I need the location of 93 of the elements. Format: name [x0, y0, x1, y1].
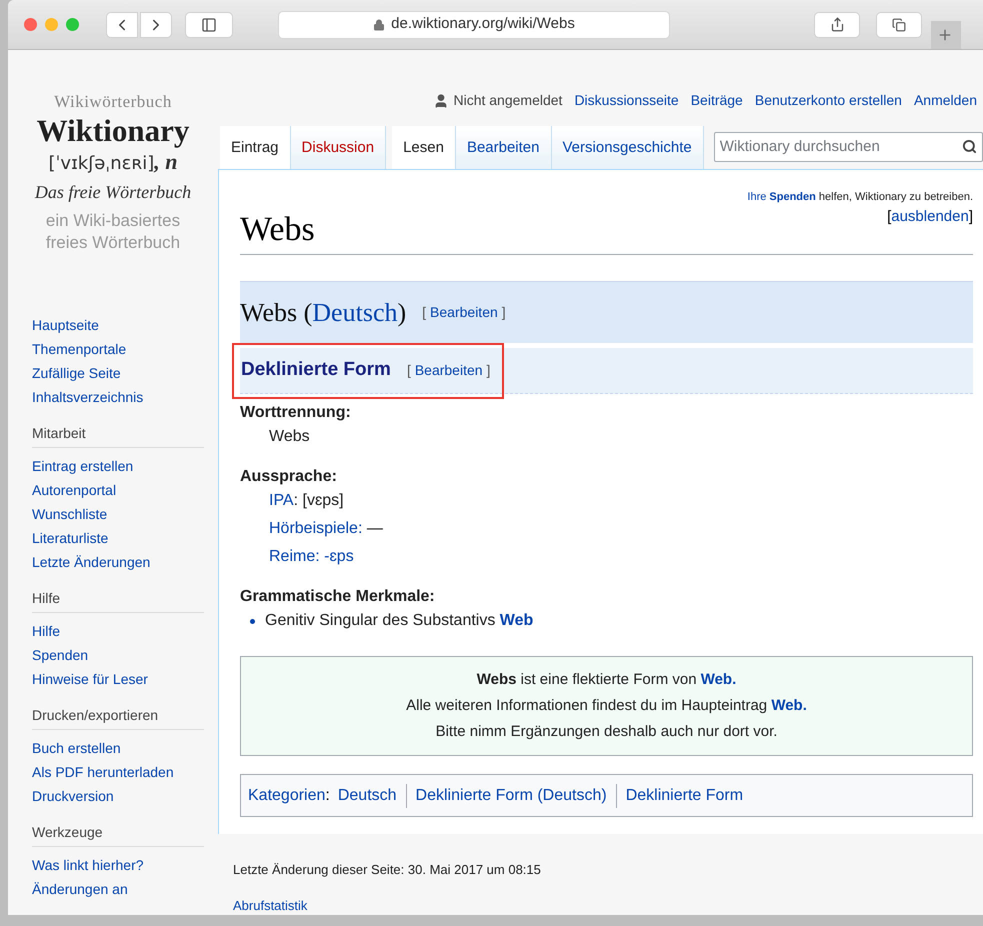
edit-link[interactable]: Bearbeiten: [430, 302, 498, 323]
bracket: ]: [968, 207, 973, 227]
text-link[interactable]: Hörbeispiele:: [269, 520, 362, 537]
share-icon: [830, 17, 844, 32]
text-link[interactable]: Ihre: [747, 191, 770, 203]
lock-icon: [373, 18, 386, 30]
bracket: [: [422, 303, 426, 322]
forward-button[interactable]: [140, 12, 172, 38]
sidebar-link[interactable]: Druckversion: [32, 784, 204, 808]
sidebar-link[interactable]: Zufällige Seite: [32, 361, 204, 385]
bracket: ]: [486, 361, 490, 380]
text-link[interactable]: Web.: [700, 671, 736, 688]
page-tab[interactable]: Lesen: [392, 126, 456, 169]
sidebar-link[interactable]: Literaturliste: [32, 526, 204, 550]
personal-link[interactable]: Beiträge: [690, 90, 743, 111]
address-field[interactable]: de.wiktionary.org/wiki/Webs: [278, 10, 670, 38]
sidebar-heading: Werkzeuge: [32, 822, 204, 847]
field-value: Webs: [269, 427, 310, 447]
sidebar-link[interactable]: Buch erstellen: [32, 736, 204, 760]
bracket: [: [406, 361, 411, 380]
text-link[interactable]: Web: [500, 612, 534, 629]
search-icon: [962, 138, 977, 154]
user-icon: [433, 92, 450, 108]
notice-line: Bitte nimm Ergänzungen deshalb auch nur dort vor.: [436, 722, 778, 742]
sidebar-link[interactable]: Wunschliste: [32, 502, 204, 526]
bracket: ]: [502, 303, 506, 322]
page-title: Webs: [240, 210, 316, 250]
category-link[interactable]: Deklinierte Form: [616, 784, 752, 808]
hide-link[interactable]: ausblenden: [891, 206, 969, 228]
url-text: de.wiktionary.org/wiki/Webs: [391, 14, 575, 34]
logo-subtitle: freies Wörterbuch: [46, 232, 180, 254]
logo-word-class: , n: [154, 148, 178, 176]
logo-tagline: Das freie Wörterbuch: [34, 181, 192, 204]
logo-wordmark[interactable]: Wiktionary: [36, 114, 190, 148]
text-link[interactable]: Web.: [771, 697, 807, 714]
edit-link[interactable]: Bearbeiten: [414, 360, 483, 381]
field-value: Genitiv Singular des Substantivs Web: [265, 611, 534, 631]
categories-link[interactable]: Kategorien: [248, 784, 326, 808]
back-button[interactable]: [106, 12, 138, 38]
logo-caption: Wikiwörterbuch: [54, 92, 172, 112]
new-tab-button[interactable]: [931, 21, 961, 49]
language-heading: Webs (Deutsch): [240, 297, 406, 329]
tabs-overview-button[interactable]: [876, 12, 922, 38]
colon: :: [325, 786, 330, 806]
donation-notice: Ihre Spenden helfen, Wiktionary zu betreiben.: [747, 190, 973, 204]
text-link[interactable]: Spenden: [769, 191, 816, 203]
statistics-link[interactable]: Abrufstatistik: [233, 896, 983, 915]
sidebar-link[interactable]: Änderungen an: [32, 877, 204, 901]
sidebar-button[interactable]: [185, 12, 233, 38]
field-value: IPA: [vɛps]: [269, 491, 344, 511]
sidebar-heading: Mitarbeit: [32, 423, 204, 448]
page-tab[interactable]: Versionsgeschichte: [552, 126, 704, 169]
tabs-icon: [892, 18, 906, 32]
language-link[interactable]: Deutsch: [312, 298, 398, 327]
page-tab[interactable]: Bearbeiten: [456, 126, 552, 169]
sidebar-link[interactable]: Autorenportal: [32, 478, 204, 502]
bracket: [: [887, 207, 892, 227]
category-link[interactable]: Deutsch: [338, 784, 406, 808]
category-link[interactable]: Deklinierte Form (Deutsch): [406, 784, 616, 808]
last-modified: Letzte Änderung dieser Seite: 30. Mai 2017 um 08:15: [233, 861, 542, 879]
field-label: Aussprache:: [240, 467, 338, 487]
sidebar-link[interactable]: Letzte Änderungen: [32, 550, 204, 574]
share-button[interactable]: [814, 12, 860, 38]
sidebar-link[interactable]: Hinweise für Leser: [32, 667, 204, 691]
sidebar-link[interactable]: Themenportale: [32, 337, 204, 361]
sidebar-link[interactable]: Was linkt hierher?: [32, 853, 204, 877]
field-label: Grammatische Merkmale:: [240, 587, 436, 607]
sidebar-icon: [201, 16, 217, 32]
page-tab[interactable]: Eintrag: [220, 126, 291, 169]
field-label: Worttrennung:: [240, 403, 352, 423]
sidebar-link[interactable]: Eintrag erstellen: [32, 454, 204, 478]
field-value: Hörbeispiele: —: [269, 519, 383, 539]
personal-link[interactable]: Diskussionsseite: [574, 90, 679, 111]
text-link[interactable]: Reime: -ɛps: [269, 542, 354, 572]
form-heading: Deklinierte Form: [241, 358, 391, 382]
sidebar-heading: Hilfe: [32, 588, 204, 613]
search-field[interactable]: Wiktionary durchsuchen: [714, 132, 983, 162]
personal-link[interactable]: Benutzerkonto erstellen: [754, 90, 902, 111]
logo-pronunciation: [ˈvɪkʃəˌnɛʀi]: [48, 152, 154, 176]
sidebar-link[interactable]: Als PDF herunterladen: [32, 760, 204, 784]
text-link[interactable]: IPA: [269, 492, 294, 509]
login-status: Nicht angemeldet: [453, 91, 562, 110]
personal-link[interactable]: Anmelden: [914, 90, 977, 111]
sidebar-link[interactable]: Spenden: [32, 643, 204, 667]
plus-icon: [937, 27, 953, 43]
notice-line: Webs ist eine flektierte Form von Web.: [476, 670, 736, 690]
page-tab[interactable]: Diskussion: [290, 126, 386, 169]
sidebar-link[interactable]: Hauptseite: [32, 313, 204, 337]
logo-subtitle: ein Wiki-basiertes: [46, 210, 180, 232]
sidebar-heading: Drucken/exportieren: [32, 705, 204, 730]
notice-line: Alle weiteren Informationen findest du im Haupteintrag Web.: [406, 696, 807, 716]
sidebar-link[interactable]: Inhaltsverzeichnis: [32, 385, 204, 409]
sidebar-link[interactable]: Hilfe: [32, 619, 204, 643]
